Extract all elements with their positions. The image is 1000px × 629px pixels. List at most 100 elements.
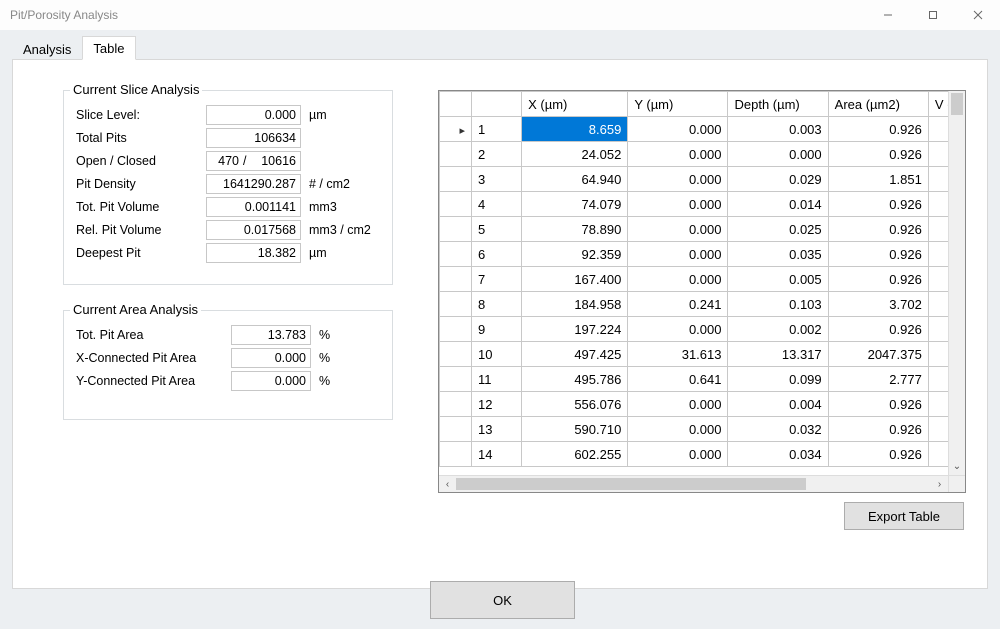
cell-area[interactable]: 2.777	[828, 367, 928, 392]
cell-depth[interactable]: 0.004	[728, 392, 828, 417]
row-header[interactable]	[440, 417, 472, 442]
table-row[interactable]: 9197.2240.0000.0020.926	[440, 317, 949, 342]
value[interactable]: 13.783	[231, 325, 311, 345]
table-row[interactable]: 13590.7100.0000.0320.926	[440, 417, 949, 442]
table-row[interactable]: 692.3590.0000.0350.926	[440, 242, 949, 267]
col-header-index[interactable]	[472, 92, 522, 117]
table-row[interactable]: 364.9400.0000.0291.851	[440, 167, 949, 192]
table-row[interactable]: 474.0790.0000.0140.926	[440, 192, 949, 217]
cell-index[interactable]: 1	[472, 117, 522, 142]
cell-depth[interactable]: 0.014	[728, 192, 828, 217]
cell-depth[interactable]: 0.032	[728, 417, 828, 442]
row-header[interactable]	[440, 167, 472, 192]
cell-index[interactable]: 7	[472, 267, 522, 292]
cell-x[interactable]: 556.076	[522, 392, 628, 417]
chevron-right-icon[interactable]: ›	[931, 476, 948, 492]
cell-index[interactable]: 13	[472, 417, 522, 442]
cell-index[interactable]: 6	[472, 242, 522, 267]
table-row[interactable]: 11495.7860.6410.0992.777	[440, 367, 949, 392]
cell-x[interactable]: 197.224	[522, 317, 628, 342]
cell-v[interactable]	[928, 442, 948, 467]
data-grid[interactable]: X (µm) Y (µm) Depth (µm) Area (µm2) V (µ…	[438, 90, 966, 493]
col-header-depth[interactable]: Depth (µm)	[728, 92, 828, 117]
cell-index[interactable]: 11	[472, 367, 522, 392]
cell-index[interactable]: 8	[472, 292, 522, 317]
row-header[interactable]	[440, 342, 472, 367]
cell-y[interactable]: 0.000	[628, 167, 728, 192]
cell-area[interactable]: 0.926	[828, 392, 928, 417]
cell-index[interactable]: 5	[472, 217, 522, 242]
cell-y[interactable]: 0.000	[628, 192, 728, 217]
row-header[interactable]	[440, 142, 472, 167]
cell-area[interactable]: 0.926	[828, 242, 928, 267]
tab-table[interactable]: Table	[82, 36, 135, 60]
value[interactable]: 0.001141	[206, 197, 301, 217]
value[interactable]: 0.017568	[206, 220, 301, 240]
cell-area[interactable]: 0.926	[828, 442, 928, 467]
cell-depth[interactable]: 0.003	[728, 117, 828, 142]
chevron-left-icon[interactable]: ‹	[439, 476, 456, 492]
cell-depth[interactable]: 0.029	[728, 167, 828, 192]
cell-x[interactable]: 184.958	[522, 292, 628, 317]
cell-v[interactable]	[928, 192, 948, 217]
cell-y[interactable]: 0.000	[628, 317, 728, 342]
cell-x[interactable]: 167.400	[522, 267, 628, 292]
row-header[interactable]	[440, 242, 472, 267]
cell-area[interactable]: 1.851	[828, 167, 928, 192]
cell-v[interactable]	[928, 367, 948, 392]
cell-y[interactable]: 0.000	[628, 417, 728, 442]
cell-v[interactable]	[928, 267, 948, 292]
row-header[interactable]	[440, 192, 472, 217]
col-header-v[interactable]: V (µ	[928, 92, 948, 117]
cell-depth[interactable]: 0.034	[728, 442, 828, 467]
row-header[interactable]	[440, 392, 472, 417]
cell-index[interactable]: 10	[472, 342, 522, 367]
maximize-button[interactable]	[910, 0, 955, 30]
cell-index[interactable]: 2	[472, 142, 522, 167]
cell-v[interactable]	[928, 417, 948, 442]
cell-v[interactable]	[928, 292, 948, 317]
row-header[interactable]	[440, 317, 472, 342]
row-header[interactable]	[440, 367, 472, 392]
cell-depth[interactable]: 0.002	[728, 317, 828, 342]
value[interactable]: 106634	[206, 128, 301, 148]
cell-area[interactable]: 0.926	[828, 417, 928, 442]
cell-x[interactable]: 78.890	[522, 217, 628, 242]
cell-v[interactable]	[928, 217, 948, 242]
cell-y[interactable]: 0.000	[628, 267, 728, 292]
table-row[interactable]: 224.0520.0000.0000.926	[440, 142, 949, 167]
cell-index[interactable]: 9	[472, 317, 522, 342]
cell-x[interactable]: 497.425	[522, 342, 628, 367]
scrollbar-thumb[interactable]	[456, 478, 806, 490]
tab-analysis[interactable]: Analysis	[12, 37, 82, 60]
close-button[interactable]	[955, 0, 1000, 30]
cell-depth[interactable]: 0.103	[728, 292, 828, 317]
cell-x[interactable]: 495.786	[522, 367, 628, 392]
table-row[interactable]: 7167.4000.0000.0050.926	[440, 267, 949, 292]
grid-corner-header[interactable]	[440, 92, 472, 117]
cell-area[interactable]: 0.926	[828, 192, 928, 217]
cell-y[interactable]: 0.000	[628, 242, 728, 267]
value[interactable]: 0.000	[206, 105, 301, 125]
cell-y[interactable]: 0.000	[628, 442, 728, 467]
cell-y[interactable]: 0.000	[628, 142, 728, 167]
cell-depth[interactable]: 13.317	[728, 342, 828, 367]
cell-y[interactable]: 0.241	[628, 292, 728, 317]
col-header-x[interactable]: X (µm)	[522, 92, 628, 117]
scrollbar-thumb[interactable]	[951, 93, 963, 115]
cell-area[interactable]: 0.926	[828, 267, 928, 292]
cell-depth[interactable]: 0.000	[728, 142, 828, 167]
row-header[interactable]	[440, 267, 472, 292]
value[interactable]: 0.000	[231, 371, 311, 391]
row-header[interactable]	[440, 217, 472, 242]
table-row[interactable]: 18.6590.0000.0030.926	[440, 117, 949, 142]
cell-index[interactable]: 4	[472, 192, 522, 217]
cell-area[interactable]: 0.926	[828, 142, 928, 167]
cell-area[interactable]: 0.926	[828, 117, 928, 142]
cell-depth[interactable]: 0.035	[728, 242, 828, 267]
cell-x[interactable]: 24.052	[522, 142, 628, 167]
col-header-area[interactable]: Area (µm2)	[828, 92, 928, 117]
cell-x[interactable]: 92.359	[522, 242, 628, 267]
export-table-button[interactable]: Export Table	[844, 502, 964, 530]
cell-area[interactable]: 3.702	[828, 292, 928, 317]
